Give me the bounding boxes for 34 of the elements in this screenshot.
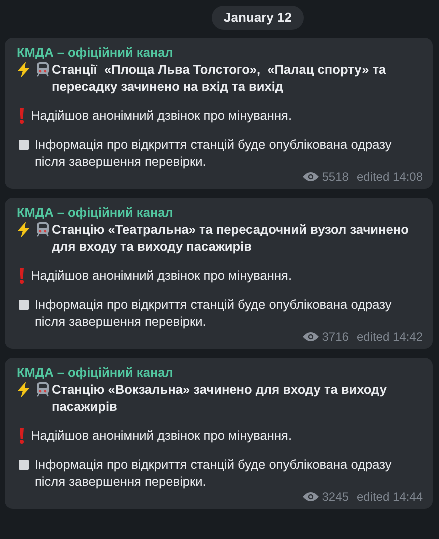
eye-icon [303, 492, 320, 502]
alert-text: Надійшов анонімний дзвінок про мінування. [31, 267, 292, 284]
eye-icon [303, 332, 320, 342]
info-text: Інформація про відкриття станцій буде опублікована одразу після завершення перевірки. [35, 136, 393, 170]
edited-time: edited 14:08 [356, 170, 423, 184]
info-text: Інформація про відкриття станцій буде опублікована одразу після завершення перевірки. [35, 456, 393, 490]
channel-name[interactable]: КМДА – офіційний канал [17, 204, 174, 221]
headline-text: Станцію «Вокзальна» зачинено для входу та виходу пасажирів [52, 381, 388, 415]
square-icon [19, 300, 29, 310]
view-count: 3716 [322, 330, 349, 344]
info-text: Інформація про відкриття станцій буде опублікована одразу після завершення перевірки. [35, 296, 393, 330]
square-icon [19, 140, 29, 150]
lightning-icon [17, 222, 31, 238]
train-icon [36, 222, 50, 237]
alert-text: Надійшов анонімний дзвінок про мінування. [31, 107, 292, 124]
lightning-icon [17, 62, 31, 78]
date-badge: January 12 [212, 6, 304, 30]
lightning-icon [17, 382, 31, 398]
headline-text: Станції «Площа Льва Толстого», «Палац спорту» та пересадку зачинено на вхід та вихід [52, 61, 388, 95]
exclamation-icon [19, 108, 25, 124]
edited-time: edited 14:42 [356, 330, 423, 344]
headline-text: Станцію «Театральна» та пересадочний вузол зачинено для входу та виходу пасажирів [52, 221, 410, 255]
alert-text: Надійшов анонімний дзвінок про мінування. [31, 427, 292, 444]
train-icon [36, 382, 50, 397]
edited-time: edited 14:44 [356, 490, 423, 504]
view-count: 5518 [322, 170, 349, 184]
channel-name[interactable]: КМДА – офіційний канал [17, 44, 174, 61]
view-count: 3245 [322, 490, 349, 504]
square-icon [19, 460, 29, 470]
channel-name[interactable]: КМДА – офіційний канал [17, 364, 174, 381]
exclamation-icon [19, 428, 25, 444]
eye-icon [303, 172, 320, 182]
exclamation-icon [19, 268, 25, 284]
train-icon [36, 62, 50, 77]
